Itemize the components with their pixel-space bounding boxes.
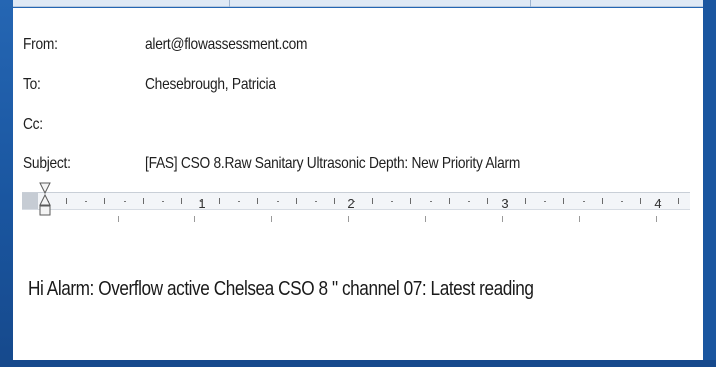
ruler-half-tick	[525, 198, 526, 204]
ruler-half-tick	[410, 198, 411, 204]
ruler-bar	[22, 192, 690, 210]
ruler-number: 1	[198, 196, 206, 211]
from-label: From:	[23, 36, 58, 53]
window-right-edge	[703, 0, 716, 367]
email-window: From: alert@flowassessment.com To: Chese…	[0, 0, 716, 367]
ruler-number: 2	[347, 196, 355, 211]
ruler-half-tick	[640, 198, 641, 204]
to-value[interactable]: Chesebrough, Patricia	[145, 76, 276, 94]
ruler-baseline-tick	[118, 216, 119, 222]
ruler-dot-tick	[238, 201, 240, 202]
subject-label: Subject:	[23, 155, 71, 172]
to-row: To: Chesebrough, Patricia	[13, 76, 703, 102]
ruler-baseline-tick	[502, 216, 503, 222]
ruler-dot-tick	[315, 201, 317, 202]
ruler-dot-tick	[277, 201, 279, 202]
ruler-baseline-tick	[348, 216, 349, 222]
ruler-number: 4	[654, 196, 662, 211]
to-label: To:	[23, 76, 41, 93]
ruler-dot-tick	[85, 201, 87, 202]
ruler-half-tick	[602, 198, 603, 204]
from-value[interactable]: alert@flowassessment.com	[145, 36, 308, 54]
ruler-dot-tick	[621, 201, 623, 202]
toolbar-separator	[530, 0, 531, 7]
ruler-half-tick	[296, 198, 297, 204]
ruler-number: 3	[501, 196, 509, 211]
ruler-half-tick	[563, 198, 564, 204]
ruler-dot-tick	[583, 201, 585, 202]
ruler-half-tick	[66, 198, 67, 204]
ruler-baseline-tick	[579, 216, 580, 222]
ruler-half-tick	[181, 198, 182, 204]
ruler-margin	[22, 193, 38, 209]
ruler-half-tick	[219, 198, 220, 204]
ruler-baseline-tick	[425, 216, 426, 222]
ruler-dot-tick	[544, 201, 546, 202]
ruler-dot-tick	[124, 201, 126, 202]
ruler-half-tick	[143, 198, 144, 204]
message-body[interactable]: Hi Alarm: Overflow active Chelsea CSO 8 …	[28, 278, 534, 301]
ruler[interactable]: 1 2 3 4	[22, 182, 690, 222]
ruler-dot-tick	[162, 201, 164, 202]
message-header: From: alert@flowassessment.com To: Chese…	[13, 8, 703, 186]
ruler-dot-tick	[391, 201, 393, 202]
toolbar-strip	[13, 0, 703, 7]
ruler-half-tick	[257, 198, 258, 204]
ruler-half-tick	[334, 198, 335, 204]
hourglass-indent-icon[interactable]	[39, 182, 51, 222]
cc-row: Cc:	[13, 116, 703, 142]
ruler-baseline-tick	[656, 216, 657, 222]
ruler-dot-tick	[430, 201, 432, 202]
cc-label: Cc:	[23, 116, 43, 133]
from-row: From: alert@flowassessment.com	[13, 36, 703, 62]
subject-value[interactable]: [FAS] CSO 8.Raw Sanitary Ultrasonic Dept…	[145, 155, 520, 173]
ruler-half-tick	[372, 198, 373, 204]
ruler-half-tick	[487, 198, 488, 204]
subject-row: Subject: [FAS] CSO 8.Raw Sanitary Ultras…	[13, 155, 703, 181]
toolbar-separator	[229, 0, 230, 7]
ruler-half-tick	[104, 198, 105, 204]
ruler-baseline-tick	[194, 216, 195, 222]
ruler-half-tick	[678, 198, 679, 204]
ruler-half-tick	[449, 198, 450, 204]
ruler-baseline-tick	[271, 216, 272, 222]
window-bottom-edge	[0, 360, 716, 367]
ruler-dot-tick	[468, 201, 470, 202]
